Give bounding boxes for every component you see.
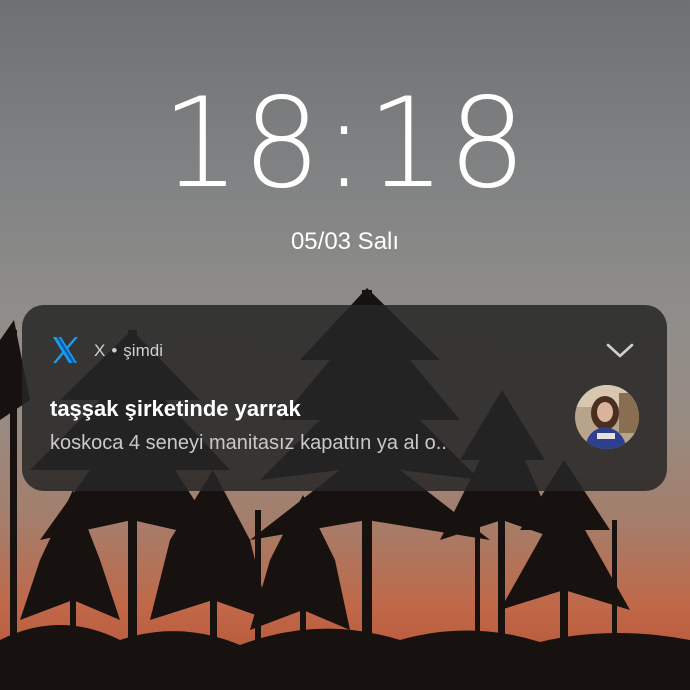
- notification-card[interactable]: X • şimdi taşşak şirketinde yarrak koskoca…: [22, 305, 667, 491]
- lockscreen-date: 05/03 Salı: [290, 228, 400, 255]
- avatar-photo: [575, 385, 639, 449]
- notification-header: X • şimdi: [94, 341, 163, 361]
- notification-title: taşşak şirketinde yarrak: [50, 396, 301, 421]
- app-name: X: [94, 341, 106, 360]
- x-logo-icon: [53, 337, 78, 363]
- separator: •: [111, 341, 118, 360]
- avatar: [575, 385, 639, 449]
- notification-body: koskoca 4 seneyi manitasız kapattın ya a…: [50, 432, 447, 454]
- lockscreen-clock: 18:18: [161, 72, 529, 216]
- chevron-down-icon[interactable]: [605, 339, 635, 361]
- notification-timestamp: şimdi: [123, 341, 163, 360]
